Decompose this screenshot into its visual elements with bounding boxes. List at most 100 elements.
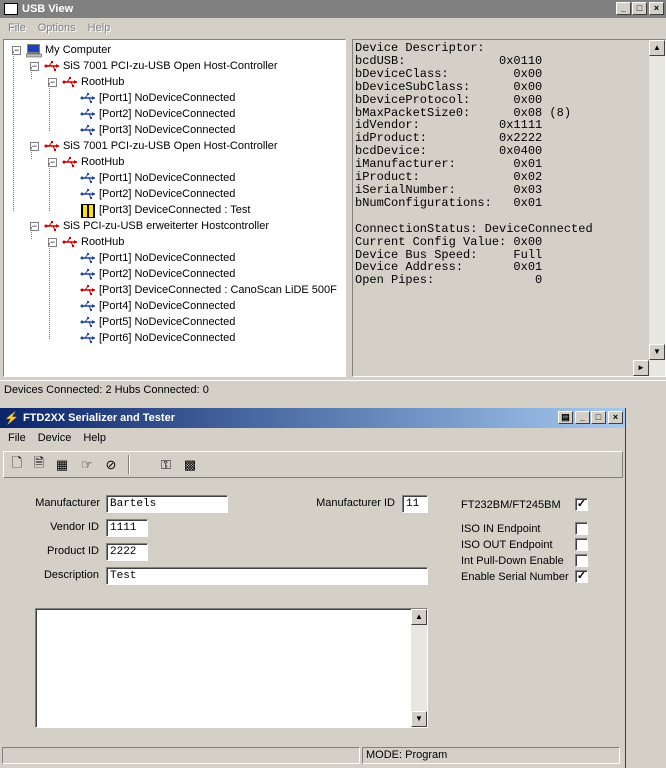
tree-node-port[interactable]: [Port6] NoDeviceConnected — [80, 330, 235, 346]
tree-node-label: [Port3] DeviceConnected : Test — [99, 204, 251, 216]
key-icon[interactable]: ⚿ — [156, 455, 176, 474]
tree-node-controller[interactable]: SiS 7001 PCI-zu-USB Open Host-Controller — [44, 138, 278, 154]
ftd-titlebar[interactable]: ⚡ FTD2XX Serializer and Tester ▤ _ □ × — [0, 408, 625, 428]
tree-connector-line — [49, 243, 50, 339]
open-file-icon[interactable]: 🗎 — [29, 455, 49, 474]
output-log-area[interactable]: ▲ ▼ — [35, 608, 428, 728]
tree-node-roothub[interactable]: RootHub — [62, 234, 124, 250]
manufacturer-id-input[interactable]: 11 — [402, 495, 428, 513]
device-tree[interactable]: My Computer − SiS 7001 PCI-zu-USB Open Hos… — [3, 39, 346, 377]
tree-node-port[interactable]: [Port3] DeviceConnected : CanoScan LiDE … — [80, 282, 337, 298]
ftd-maximize-button[interactable]: □ — [591, 411, 606, 424]
status-mode: MODE: Program — [362, 747, 620, 764]
computer-icon — [25, 44, 43, 58]
tree-node-label: SiS PCI-zu-USB erweiterter Hostcontrolle… — [63, 220, 270, 232]
scroll-down-arrow-icon[interactable]: ▼ — [649, 344, 665, 360]
usb-port-icon — [80, 316, 96, 328]
tree-node-controller[interactable]: SiS 7001 PCI-zu-USB Open Host-Controller — [44, 58, 278, 74]
ftd-menu-device[interactable]: Device — [32, 432, 78, 444]
scroll-up-arrow-icon[interactable]: ▲ — [649, 40, 665, 56]
tree-node-label: [Port1] NoDeviceConnected — [99, 172, 236, 184]
product-id-input[interactable]: 2222 — [106, 543, 148, 561]
minimize-button[interactable]: _ — [616, 2, 631, 15]
option-checkbox[interactable] — [575, 522, 588, 535]
tree-node-my-computer[interactable]: My Computer — [25, 42, 111, 58]
device-details-pane: Device Descriptor: bcdUSB: 0x0110 bDevic… — [352, 39, 666, 377]
ftd-menu-help[interactable]: Help — [77, 432, 112, 444]
tree-node-label: RootHub — [81, 236, 125, 248]
tree-node-port[interactable]: [Port2] NoDeviceConnected — [80, 266, 235, 282]
tree-node-label: [Port2] NoDeviceConnected — [99, 108, 236, 120]
usb-hub-icon — [80, 284, 96, 296]
tree-node-port[interactable]: [Port4] NoDeviceConnected — [80, 298, 235, 314]
option-label: Enable Serial Number — [461, 571, 569, 583]
usbview-status-text: Devices Connected: 2 Hubs Connected: 0 — [4, 384, 209, 396]
product-id-label: Product ID — [47, 545, 99, 557]
ftd-close-button[interactable]: × — [608, 411, 623, 424]
log-scrollbar[interactable]: ▲ ▼ — [411, 609, 427, 727]
usb-port-icon — [80, 172, 96, 184]
usb-hub-icon — [62, 156, 78, 168]
tree-node-label: [Port1] NoDeviceConnected — [99, 92, 236, 104]
tree-connector-line — [31, 227, 32, 239]
manufacturer-input[interactable]: Bartels — [106, 495, 228, 513]
log-scroll-up-arrow-icon[interactable]: ▲ — [411, 609, 427, 625]
print-button[interactable]: ▤ — [558, 411, 573, 424]
ftd-minimize-button[interactable]: _ — [575, 411, 590, 424]
close-button[interactable]: × — [649, 2, 664, 15]
tree-connector-line — [49, 163, 50, 211]
log-scroll-down-arrow-icon[interactable]: ▼ — [411, 711, 427, 727]
usb-port-icon — [80, 332, 96, 344]
tree-connector-line — [31, 147, 32, 159]
usbview-status-bar: Devices Connected: 2 Hubs Connected: 0 — [0, 380, 666, 400]
toolbar-separator — [128, 455, 130, 474]
option-checkbox[interactable]: ✓ — [575, 498, 588, 511]
option-checkbox[interactable] — [575, 538, 588, 551]
tree-node-port[interactable]: [Port2] NoDeviceConnected — [80, 106, 235, 122]
manufacturer-id-label: Manufacturer ID — [316, 497, 395, 509]
tree-node-roothub[interactable]: RootHub — [62, 154, 124, 170]
tree-node-label: [Port6] NoDeviceConnected — [99, 332, 236, 344]
usb-hub-icon — [44, 60, 60, 72]
stop-icon[interactable]: ⊘ — [101, 455, 121, 474]
usbview-titlebar[interactable]: USB View _ □ × — [0, 0, 666, 18]
ftd-menubar: File Device Help — [0, 428, 625, 447]
ftd-title: FTD2XX Serializer and Tester — [22, 412, 175, 424]
ftdi-device-icon — [80, 204, 96, 218]
description-input[interactable]: Test — [106, 567, 428, 585]
menu-file[interactable]: File — [2, 22, 32, 34]
maximize-button[interactable]: □ — [632, 2, 647, 15]
tree-node-port[interactable]: [Port1] NoDeviceConnected — [80, 250, 235, 266]
ftd-menu-file[interactable]: File — [2, 432, 32, 444]
new-file-icon[interactable]: 🗋 — [7, 455, 27, 474]
usbview-window: USB View _ □ × File Options Help My Comp… — [0, 0, 666, 402]
tree-node-label: [Port3] NoDeviceConnected — [99, 124, 236, 136]
pointing-hand-icon[interactable]: ☞ — [77, 455, 97, 474]
tree-node-roothub[interactable]: RootHub — [62, 74, 124, 90]
tree-node-label: [Port2] NoDeviceConnected — [99, 268, 236, 280]
menu-options[interactable]: Options — [32, 22, 82, 34]
manufacturer-label: Manufacturer — [35, 497, 100, 509]
tree-node-label: [Port4] NoDeviceConnected — [99, 300, 236, 312]
scroll-right-arrow-icon[interactable]: ► — [633, 360, 649, 376]
usb-port-icon — [80, 268, 96, 280]
tree-node-controller[interactable]: SiS PCI-zu-USB erweiterter Hostcontrolle… — [44, 218, 269, 234]
tree-connector-line — [49, 83, 50, 131]
menu-help[interactable]: Help — [82, 22, 117, 34]
program-icon[interactable]: ▦ — [52, 455, 72, 474]
tree-node-port[interactable]: [Port2] NoDeviceConnected — [80, 186, 235, 202]
tree-node-port[interactable]: [Port5] NoDeviceConnected — [80, 314, 235, 330]
details-scrollbar[interactable]: ▲ ▼ — [649, 40, 665, 376]
usbview-title: USB View — [22, 3, 74, 15]
chip-icon[interactable]: ▩ — [180, 455, 200, 474]
option-checkbox[interactable] — [575, 554, 588, 567]
option-label: ISO OUT Endpoint — [461, 539, 553, 551]
option-checkbox[interactable]: ✓ — [575, 570, 588, 583]
option-label: ISO IN Endpoint — [461, 523, 541, 535]
tree-node-port[interactable]: [Port3] DeviceConnected : Test — [80, 202, 250, 218]
tree-node-port[interactable]: [Port1] NoDeviceConnected — [80, 90, 235, 106]
vendor-id-input[interactable]: 1111 — [106, 519, 148, 537]
tree-node-port[interactable]: [Port3] NoDeviceConnected — [80, 122, 235, 138]
tree-node-port[interactable]: [Port1] NoDeviceConnected — [80, 170, 235, 186]
device-details-text: Device Descriptor: bcdUSB: 0x0110 bDevic… — [355, 41, 593, 288]
